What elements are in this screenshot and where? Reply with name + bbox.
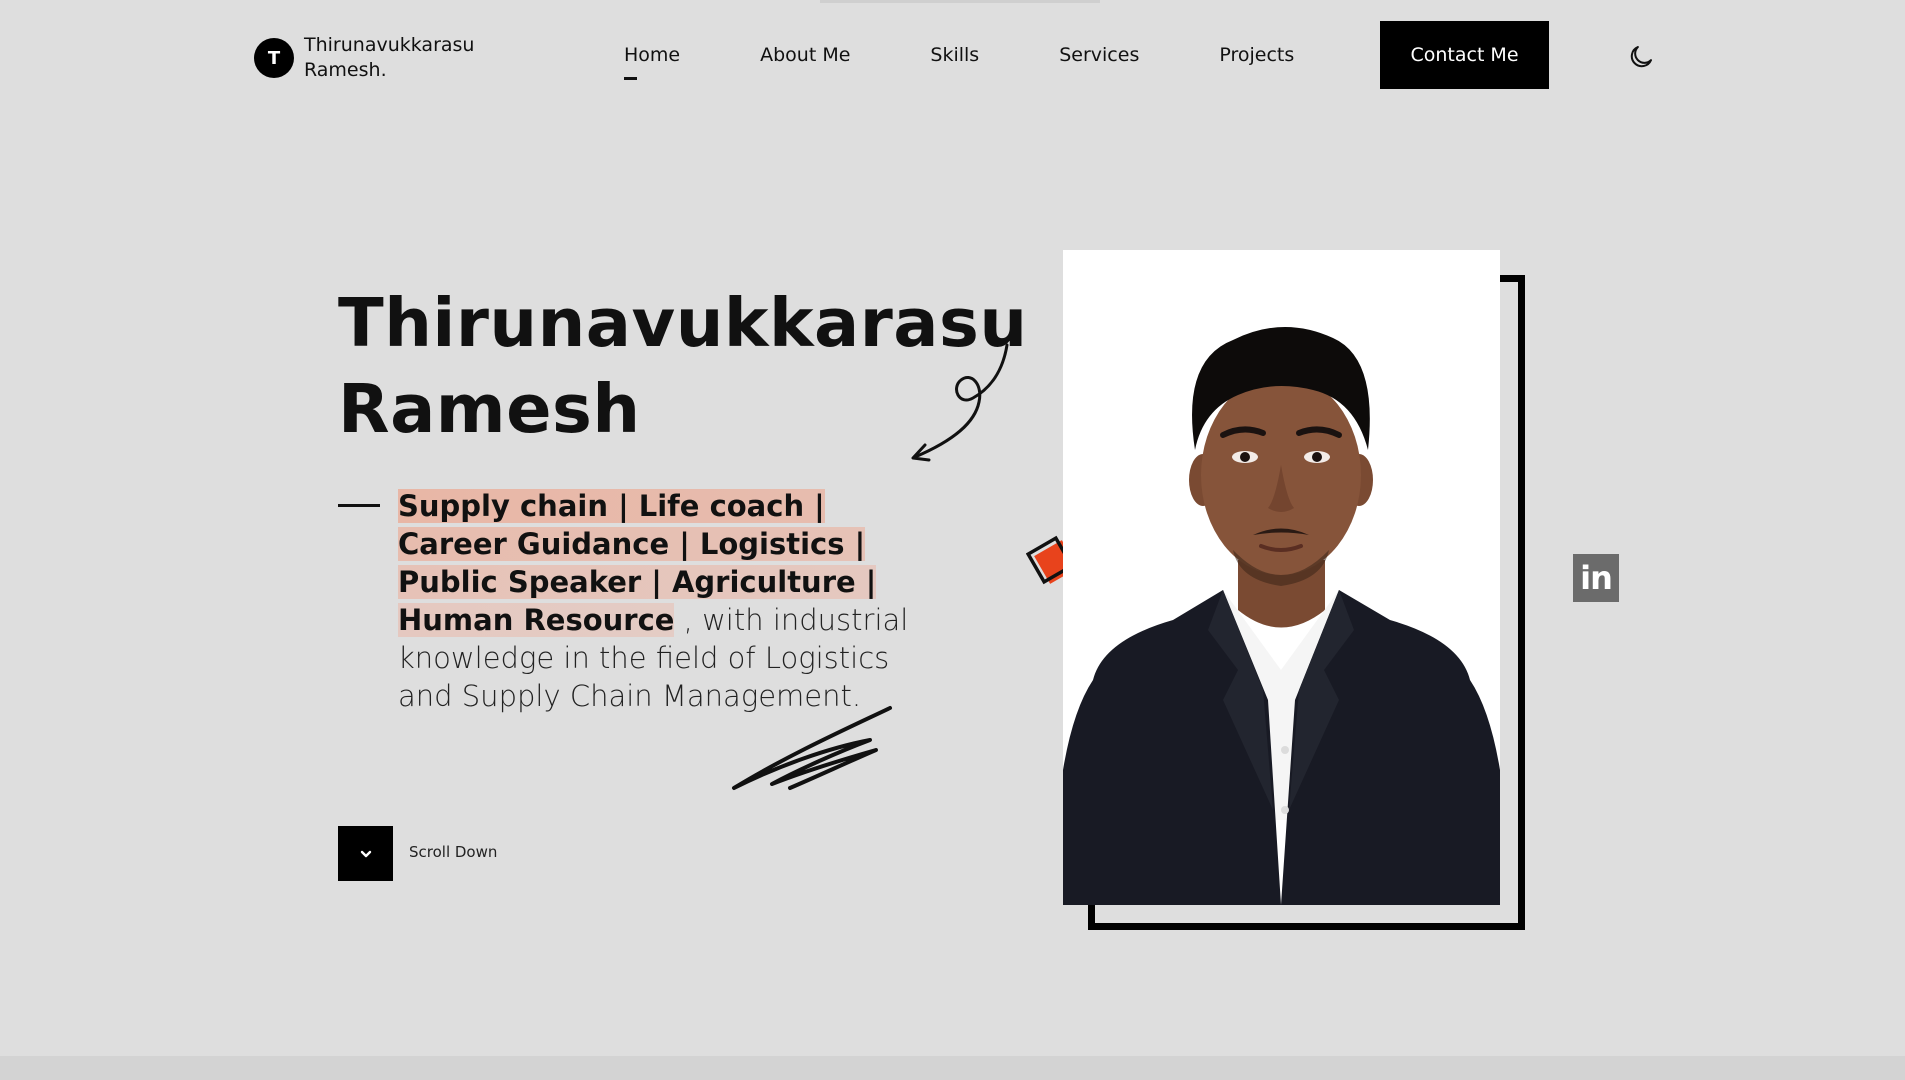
scroll-down-button[interactable] (338, 826, 393, 881)
nav-services[interactable]: Services (1059, 44, 1139, 66)
hero-description: Supply chain | Life coach | Career Guida… (398, 487, 918, 715)
description-dash (338, 504, 380, 507)
contact-me-button[interactable]: Contact Me (1380, 21, 1549, 89)
main-nav: Home About Me Skills Services Projects (624, 44, 1374, 80)
scribble-doodle (732, 706, 892, 790)
site-logo[interactable]: T Thirunavukkarasu Ramesh. (254, 33, 474, 83)
profile-photo (1063, 250, 1500, 905)
site-header: T Thirunavukkarasu Ramesh. Home About Me… (0, 0, 1905, 110)
hero-name-line-2: Ramesh (338, 370, 641, 448)
nav-about-me[interactable]: About Me (760, 44, 850, 66)
linkedin-icon[interactable]: in (1573, 554, 1619, 602)
logo-line-2: Ramesh. (304, 59, 387, 81)
curly-arrow-doodle (911, 343, 1009, 462)
logo-badge: T (254, 38, 294, 78)
moon-icon[interactable] (1626, 42, 1656, 72)
nav-skills[interactable]: Skills (930, 44, 979, 66)
logo-text: Thirunavukkarasu Ramesh. (304, 33, 474, 83)
bottom-strip (0, 1056, 1905, 1080)
nav-home[interactable]: Home (624, 44, 680, 80)
chevron-down-icon (360, 850, 371, 857)
scroll-down-label: Scroll Down (409, 843, 498, 861)
nav-projects[interactable]: Projects (1219, 44, 1294, 66)
logo-line-1: Thirunavukkarasu (304, 34, 475, 56)
